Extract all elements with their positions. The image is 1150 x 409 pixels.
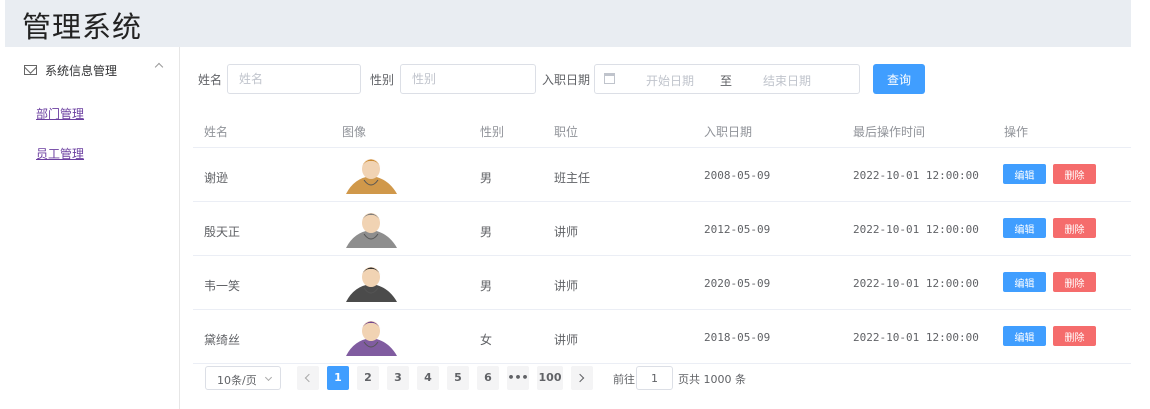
cell-gender: 男 xyxy=(480,279,493,293)
cell-gender: 男 xyxy=(480,171,493,185)
pagination: 10条/页 1 2 3 4 5 6 ••• 100 前往 页共 1000 条 xyxy=(205,366,805,390)
cell-position: 讲师 xyxy=(554,279,579,293)
entry-date-range-picker[interactable]: 开始日期 至 结束日期 xyxy=(594,64,860,94)
start-date-input[interactable]: 开始日期 xyxy=(646,72,694,89)
cell-updated-time: 2022-10-01 12:00:00 xyxy=(853,331,979,344)
header-position: 职位 xyxy=(554,125,579,139)
name-input[interactable] xyxy=(227,64,361,94)
search-form: 姓名 性别 入职日期 开始日期 至 结束日期 查询 xyxy=(193,64,953,94)
header-entry-date: 入职日期 xyxy=(704,125,753,139)
page-button-5[interactable]: 5 xyxy=(447,366,469,390)
page-button-4[interactable]: 4 xyxy=(417,366,439,390)
more-pages-button[interactable]: ••• xyxy=(507,366,529,390)
calendar-icon xyxy=(604,73,615,84)
header-image: 图像 xyxy=(342,125,367,139)
cell-updated-time: 2022-10-01 12:00:00 xyxy=(853,277,979,290)
goto-page-input[interactable] xyxy=(636,366,673,390)
cell-position: 讲师 xyxy=(554,333,579,347)
range-separator: 至 xyxy=(720,74,733,88)
cell-entry-date: 2008-05-09 xyxy=(704,169,771,182)
table-header: 姓名 图像 性别 职位 入职日期 最后操作时间 操作 xyxy=(193,111,1131,148)
mail-icon xyxy=(24,65,37,75)
edit-button[interactable]: 编辑 xyxy=(1003,272,1046,292)
chevron-left-icon xyxy=(304,373,314,383)
cell-updated-time: 2022-10-01 12:00:00 xyxy=(853,169,979,182)
page-button-1[interactable]: 1 xyxy=(327,366,349,390)
cell-name: 黛绮丝 xyxy=(204,333,241,347)
employee-avatar-image xyxy=(346,159,397,194)
app-title: 管理系统 xyxy=(22,10,143,44)
page-button-3[interactable]: 3 xyxy=(387,366,409,390)
delete-button[interactable]: 删除 xyxy=(1053,272,1096,292)
page-button-100[interactable]: 100 xyxy=(537,366,563,390)
edit-button[interactable]: 编辑 xyxy=(1003,164,1046,184)
edit-button[interactable]: 编辑 xyxy=(1003,218,1046,238)
cell-updated-time: 2022-10-01 12:00:00 xyxy=(853,223,979,236)
sidebar-item-employee[interactable]: 员工管理 xyxy=(36,145,84,162)
table-row: 黛绮丝 女 讲师 2018-05-09 2022-10-01 12:00:00 … xyxy=(193,310,1131,364)
cell-entry-date: 2020-05-09 xyxy=(704,277,771,290)
header-gender: 性别 xyxy=(480,125,505,139)
sidebar-menu-label: 系统信息管理 xyxy=(45,63,118,78)
delete-button[interactable]: 删除 xyxy=(1053,218,1096,238)
app-header: 管理系统 xyxy=(5,0,1131,47)
gender-filter-label: 性别 xyxy=(370,73,395,87)
entry-date-label: 入职日期 xyxy=(542,73,591,87)
cell-gender: 男 xyxy=(480,225,493,239)
page-size-value: 10条/页 xyxy=(217,374,257,387)
table-row: 殷天正 男 讲师 2012-05-09 2022-10-01 12:00:00 … xyxy=(193,202,1131,256)
cell-entry-date: 2012-05-09 xyxy=(704,223,771,236)
goto-label: 前往 xyxy=(613,373,635,386)
cell-entry-date: 2018-05-09 xyxy=(704,331,771,344)
delete-button[interactable]: 删除 xyxy=(1053,164,1096,184)
cell-name: 韦一笑 xyxy=(204,279,241,293)
prev-page-button[interactable] xyxy=(297,366,319,390)
page-button-6[interactable]: 6 xyxy=(477,366,499,390)
next-page-button[interactable] xyxy=(571,366,593,390)
cell-position: 讲师 xyxy=(554,225,579,239)
chevron-right-icon xyxy=(575,373,585,383)
gender-select[interactable] xyxy=(400,64,536,94)
table-row: 韦一笑 男 讲师 2020-05-09 2022-10-01 12:00:00 … xyxy=(193,256,1131,310)
table-row: 谢逊 男 班主任 2008-05-09 2022-10-01 12:00:00 … xyxy=(193,148,1131,202)
page-size-select[interactable]: 10条/页 xyxy=(205,366,281,390)
page-button-2[interactable]: 2 xyxy=(357,366,379,390)
sidebar-menu-system-info[interactable]: 系统信息管理 xyxy=(5,47,179,93)
cell-name: 殷天正 xyxy=(204,225,241,239)
employee-avatar-image xyxy=(346,321,397,356)
name-filter-label: 姓名 xyxy=(198,73,223,87)
edit-button[interactable]: 编辑 xyxy=(1003,326,1046,346)
end-date-input[interactable]: 结束日期 xyxy=(763,72,811,89)
sidebar: 系统信息管理 部门管理 员工管理 xyxy=(5,47,180,409)
chevron-up-icon xyxy=(154,62,164,72)
total-count: 页共 1000 条 xyxy=(678,373,746,386)
sidebar-item-department[interactable]: 部门管理 xyxy=(36,105,84,122)
employee-avatar-image xyxy=(346,267,397,302)
cell-name: 谢逊 xyxy=(204,171,229,185)
cell-gender: 女 xyxy=(480,333,493,347)
query-button[interactable]: 查询 xyxy=(873,64,925,94)
header-actions: 操作 xyxy=(1004,125,1029,139)
cell-position: 班主任 xyxy=(554,171,591,185)
header-name: 姓名 xyxy=(204,125,229,139)
employee-avatar-image xyxy=(346,213,397,248)
employee-table: 姓名 图像 性别 职位 入职日期 最后操作时间 操作 谢逊 男 班主任 2008… xyxy=(193,111,1131,364)
chevron-down-icon xyxy=(264,373,273,382)
header-updated: 最后操作时间 xyxy=(853,125,926,139)
delete-button[interactable]: 删除 xyxy=(1053,326,1096,346)
